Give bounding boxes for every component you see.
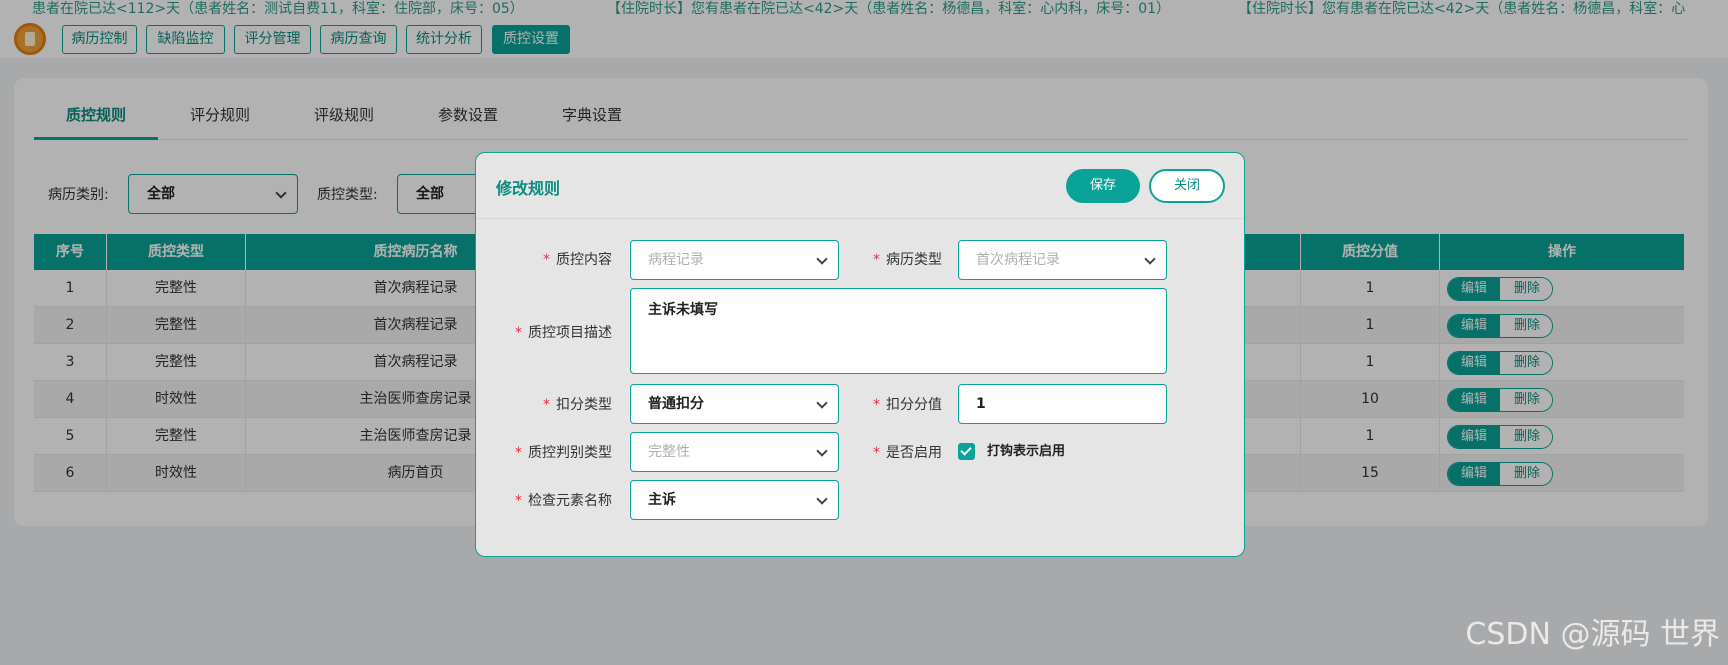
record-type-placeholder: 首次病程记录 bbox=[976, 252, 1060, 268]
judge-type-select[interactable]: 完整性 bbox=[630, 432, 839, 472]
dialog-title: 修改规则 bbox=[496, 179, 561, 198]
save-button[interactable]: 保存 bbox=[1066, 169, 1140, 203]
close-button[interactable]: 关闭 bbox=[1149, 169, 1225, 203]
enabled-label: * 是否启用 bbox=[873, 445, 942, 461]
record-type-label: * 病历类型 bbox=[873, 252, 942, 268]
element-name-value: 主诉 bbox=[648, 492, 676, 508]
chevron-down-icon bbox=[816, 445, 828, 457]
dialog-header: 修改规则 保存 关闭 bbox=[476, 153, 1244, 219]
element-name-select[interactable]: 主诉 bbox=[630, 480, 839, 520]
edit-rule-dialog: 修改规则 保存 关闭 * 质控内容 病程记录 * 病历类型 首次病程记录 * 质控项目… bbox=[475, 152, 1245, 557]
chevron-down-icon bbox=[816, 493, 828, 505]
record-type-select[interactable]: 首次病程记录 bbox=[958, 240, 1167, 280]
qc-content-placeholder: 病程记录 bbox=[648, 252, 704, 268]
deduct-type-value: 普通扣分 bbox=[648, 396, 704, 412]
qc-content-select[interactable]: 病程记录 bbox=[630, 240, 839, 280]
chevron-down-icon bbox=[1144, 253, 1156, 265]
deduct-type-label: * 扣分类型 bbox=[543, 397, 612, 413]
deduct-score-label: * 扣分分值 bbox=[873, 397, 942, 413]
deduct-score-input[interactable]: 1 bbox=[958, 384, 1167, 424]
judge-type-label: * 质控判别类型 bbox=[515, 445, 612, 461]
item-description-textarea[interactable]: 主诉未填写 bbox=[630, 288, 1167, 374]
item-description-label: * 质控项目描述 bbox=[515, 325, 612, 341]
judge-type-placeholder: 完整性 bbox=[648, 444, 690, 460]
qc-content-label: * 质控内容 bbox=[543, 252, 612, 268]
chevron-down-icon bbox=[816, 253, 828, 265]
enabled-checkbox[interactable] bbox=[958, 443, 975, 460]
deduct-type-select[interactable]: 普通扣分 bbox=[630, 384, 839, 424]
enabled-checkbox-label[interactable]: 打钩表示启用 bbox=[987, 443, 1065, 461]
element-name-label: * 检查元素名称 bbox=[515, 493, 612, 509]
csdn-watermark: CSDN @源码 世界 bbox=[1465, 617, 1720, 652]
chevron-down-icon bbox=[816, 397, 828, 409]
